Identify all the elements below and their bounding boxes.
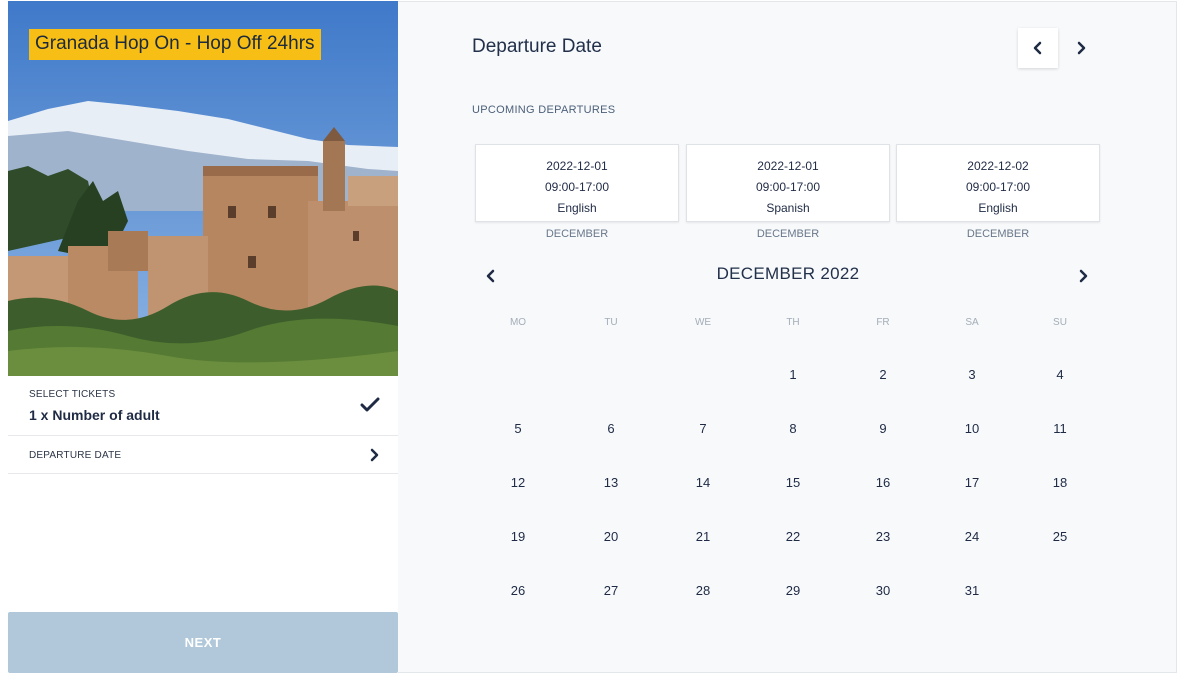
calendar-month-title: DECEMBER 2022 xyxy=(716,264,860,283)
calendar-day[interactable]: 8 xyxy=(773,414,813,444)
departures-prev-button[interactable] xyxy=(1018,28,1058,68)
calendar-day[interactable]: 25 xyxy=(1040,522,1080,552)
departure-language: English xyxy=(978,201,1018,215)
calendar-day[interactable]: 23 xyxy=(863,522,903,552)
calendar-next-month-button[interactable] xyxy=(1072,264,1096,288)
calendar-day[interactable]: 30 xyxy=(863,576,903,606)
calendar-day[interactable]: 20 xyxy=(591,522,631,552)
weekday-header: MO xyxy=(509,317,527,328)
calendar-day[interactable]: 2 xyxy=(863,360,903,390)
calendar-day[interactable]: 27 xyxy=(591,576,631,606)
calendar-day[interactable]: 29 xyxy=(773,576,813,606)
step-departure-date[interactable]: DEPARTURE DATE xyxy=(8,436,398,474)
calendar-day[interactable]: 4 xyxy=(1040,360,1080,390)
departure-date: 2022-12-02 xyxy=(967,159,1029,173)
departure-month: DECEMBER xyxy=(756,228,820,240)
departure-month: DECEMBER xyxy=(545,228,609,240)
weekday-header: SA xyxy=(965,317,979,328)
departure-month: DECEMBER xyxy=(966,228,1030,240)
left-panel: Granada Hop On - Hop Off 24hrs SELECT TI… xyxy=(8,1,398,673)
calendar-day[interactable]: 1 xyxy=(773,360,813,390)
calendar-day[interactable]: 31 xyxy=(952,576,992,606)
calendar-day[interactable]: 21 xyxy=(683,522,723,552)
calendar-day[interactable]: 12 xyxy=(498,468,538,498)
upcoming-departures-label: UPCOMING DEPARTURES xyxy=(472,104,616,116)
calendar-day[interactable]: 28 xyxy=(683,576,723,606)
calendar-day[interactable]: 19 xyxy=(498,522,538,552)
calendar-day[interactable]: 7 xyxy=(683,414,723,444)
calendar-day[interactable]: 6 xyxy=(591,414,631,444)
page-title: Departure Date xyxy=(472,36,602,57)
weekday-header: TH xyxy=(786,317,800,328)
calendar-day[interactable]: 24 xyxy=(952,522,992,552)
departure-time: 09:00-17:00 xyxy=(965,180,1031,194)
departure-card[interactable]: 2022-12-02 09:00-17:00 English xyxy=(896,144,1100,222)
chevron-right-icon xyxy=(1077,41,1086,55)
calendar-day[interactable]: 9 xyxy=(863,414,903,444)
calendar-day[interactable]: 26 xyxy=(498,576,538,606)
departure-time: 09:00-17:00 xyxy=(755,180,821,194)
calendar-day[interactable]: 13 xyxy=(591,468,631,498)
calendar-day[interactable]: 5 xyxy=(498,414,538,444)
weekday-header: WE xyxy=(694,317,712,328)
departure-language: English xyxy=(557,201,597,215)
weekday-header: TU xyxy=(604,317,618,328)
step-tickets-value: 1 x Number of adult xyxy=(29,407,160,423)
weekday-header: SU xyxy=(1053,317,1067,328)
product-title: Granada Hop On - Hop Off 24hrs xyxy=(29,29,321,60)
product-photo: Granada Hop On - Hop Off 24hrs xyxy=(8,1,398,376)
calendar-day[interactable]: 11 xyxy=(1040,414,1080,444)
calendar-prev-month-button[interactable] xyxy=(479,264,503,288)
calendar-day[interactable]: 17 xyxy=(952,468,992,498)
calendar-day[interactable]: 16 xyxy=(863,468,903,498)
check-icon xyxy=(360,397,380,418)
departure-language: Spanish xyxy=(766,201,810,215)
calendar-day[interactable]: 3 xyxy=(952,360,992,390)
step-departure-label: DEPARTURE DATE xyxy=(29,450,122,461)
chevron-right-icon xyxy=(1079,269,1088,283)
departure-date: 2022-12-01 xyxy=(546,159,608,173)
step-select-tickets[interactable]: SELECT TICKETS 1 x Number of adult xyxy=(8,376,398,436)
next-button[interactable]: NEXT xyxy=(8,612,398,673)
weekday-header: FR xyxy=(876,317,890,328)
calendar-day[interactable]: 10 xyxy=(952,414,992,444)
calendar-day[interactable]: 14 xyxy=(683,468,723,498)
calendar-day[interactable]: 18 xyxy=(1040,468,1080,498)
departure-card[interactable]: 2022-12-01 09:00-17:00 English xyxy=(475,144,679,222)
chevron-left-icon xyxy=(486,269,495,283)
calendar-day[interactable]: 22 xyxy=(773,522,813,552)
departure-time: 09:00-17:00 xyxy=(544,180,610,194)
step-tickets-label: SELECT TICKETS xyxy=(29,389,116,400)
chevron-left-icon xyxy=(1033,41,1042,55)
departure-date: 2022-12-01 xyxy=(757,159,819,173)
chevron-right-icon xyxy=(370,448,380,467)
calendar-day[interactable]: 15 xyxy=(773,468,813,498)
departures-next-button[interactable] xyxy=(1062,28,1102,68)
departure-card[interactable]: 2022-12-01 09:00-17:00 Spanish xyxy=(686,144,890,222)
